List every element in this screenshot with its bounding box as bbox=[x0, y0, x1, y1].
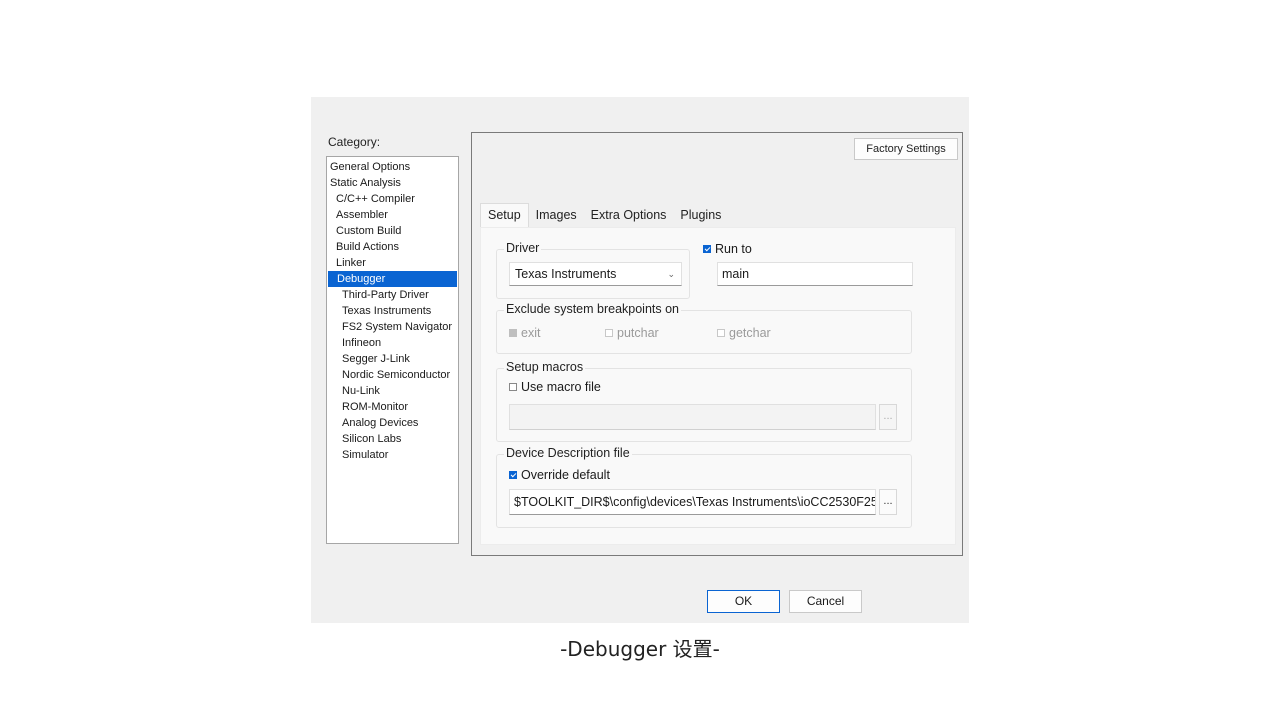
tab-extra-options[interactable]: Extra Options bbox=[584, 204, 674, 226]
getchar-label: getchar bbox=[729, 326, 771, 340]
macro-file-browse-button[interactable]: ... bbox=[879, 404, 897, 430]
exclude-breakpoints-group: Exclude system breakpoints on bbox=[496, 302, 912, 354]
driver-select-value: Texas Instruments bbox=[515, 267, 617, 281]
chevron-down-icon: ⌄ bbox=[667, 269, 675, 279]
category-item-segger-jlink[interactable]: Segger J-Link bbox=[327, 351, 458, 367]
use-macro-file-label: Use macro file bbox=[521, 380, 601, 394]
category-item-assembler[interactable]: Assembler bbox=[327, 207, 458, 223]
ok-button[interactable]: OK bbox=[707, 590, 780, 613]
exit-checkbox-box[interactable] bbox=[509, 329, 517, 337]
category-item-linker[interactable]: Linker bbox=[327, 255, 458, 271]
getchar-checkbox-box[interactable] bbox=[717, 329, 725, 337]
use-macro-file-checkbox-box[interactable] bbox=[509, 383, 517, 391]
putchar-checkbox[interactable]: putchar bbox=[605, 326, 659, 340]
setup-tab-content: Driver Texas Instruments ⌄ Run to main E… bbox=[480, 227, 956, 545]
exit-label: exit bbox=[521, 326, 541, 340]
putchar-checkbox-box[interactable] bbox=[605, 329, 613, 337]
tab-bar: Setup Images Extra Options Plugins bbox=[480, 203, 728, 228]
setup-macros-title: Setup macros bbox=[504, 360, 586, 374]
factory-settings-button[interactable]: Factory Settings bbox=[854, 138, 958, 160]
category-item-nu-link[interactable]: Nu-Link bbox=[327, 383, 458, 399]
category-list[interactable]: General Options Static Analysis C/C++ Co… bbox=[326, 156, 459, 544]
cancel-button[interactable]: Cancel bbox=[789, 590, 862, 613]
category-item-simulator[interactable]: Simulator bbox=[327, 447, 458, 463]
run-to-checkbox[interactable]: Run to bbox=[703, 242, 752, 256]
putchar-label: putchar bbox=[617, 326, 659, 340]
tab-images[interactable]: Images bbox=[529, 204, 584, 226]
category-item-infineon[interactable]: Infineon bbox=[327, 335, 458, 351]
run-to-checkbox-box[interactable] bbox=[703, 245, 711, 253]
run-to-input[interactable]: main bbox=[717, 262, 913, 286]
override-default-label: Override default bbox=[521, 468, 610, 482]
exclude-breakpoints-title: Exclude system breakpoints on bbox=[504, 302, 682, 316]
exit-checkbox[interactable]: exit bbox=[509, 326, 540, 340]
driver-select[interactable]: Texas Instruments ⌄ bbox=[509, 262, 682, 286]
category-item-rom-monitor[interactable]: ROM-Monitor bbox=[327, 399, 458, 415]
device-description-title: Device Description file bbox=[504, 446, 632, 460]
device-description-browse-button[interactable]: ... bbox=[879, 489, 897, 515]
category-item-analog-devices[interactable]: Analog Devices bbox=[327, 415, 458, 431]
category-item-custom-build[interactable]: Custom Build bbox=[327, 223, 458, 239]
category-item-nordic-semiconductor[interactable]: Nordic Semiconductor bbox=[327, 367, 458, 383]
category-item-silicon-labs[interactable]: Silicon Labs bbox=[327, 431, 458, 447]
getchar-checkbox[interactable]: getchar bbox=[717, 326, 771, 340]
category-item-texas-instruments[interactable]: Texas Instruments bbox=[327, 303, 458, 319]
slide-caption: -Debugger 设置- bbox=[560, 637, 720, 661]
category-item-fs2-system-navigator[interactable]: FS2 System Navigator bbox=[327, 319, 458, 335]
tab-setup[interactable]: Setup bbox=[480, 203, 529, 228]
settings-panel: Factory Settings Setup Images Extra Opti… bbox=[471, 132, 963, 556]
device-description-path-input[interactable]: $TOOLKIT_DIR$\config\devices\Texas Instr… bbox=[509, 489, 876, 515]
override-default-checkbox[interactable]: Override default bbox=[509, 468, 610, 482]
category-item-build-actions[interactable]: Build Actions bbox=[327, 239, 458, 255]
category-item-static-analysis[interactable]: Static Analysis bbox=[327, 175, 458, 191]
category-item-general-options[interactable]: General Options bbox=[327, 159, 458, 175]
category-label: Category: bbox=[328, 135, 381, 149]
driver-group-title: Driver bbox=[504, 241, 542, 255]
tab-plugins[interactable]: Plugins bbox=[673, 204, 728, 226]
category-item-debugger[interactable]: Debugger bbox=[328, 271, 457, 287]
run-to-label: Run to bbox=[715, 242, 752, 256]
use-macro-file-checkbox[interactable]: Use macro file bbox=[509, 380, 601, 394]
category-item-third-party-driver[interactable]: Third-Party Driver bbox=[327, 287, 458, 303]
category-item-compiler[interactable]: C/C++ Compiler bbox=[327, 191, 458, 207]
override-default-checkbox-box[interactable] bbox=[509, 471, 517, 479]
macro-file-path-input[interactable] bbox=[509, 404, 876, 430]
options-dialog: Category: General Options Static Analysi… bbox=[311, 97, 969, 623]
